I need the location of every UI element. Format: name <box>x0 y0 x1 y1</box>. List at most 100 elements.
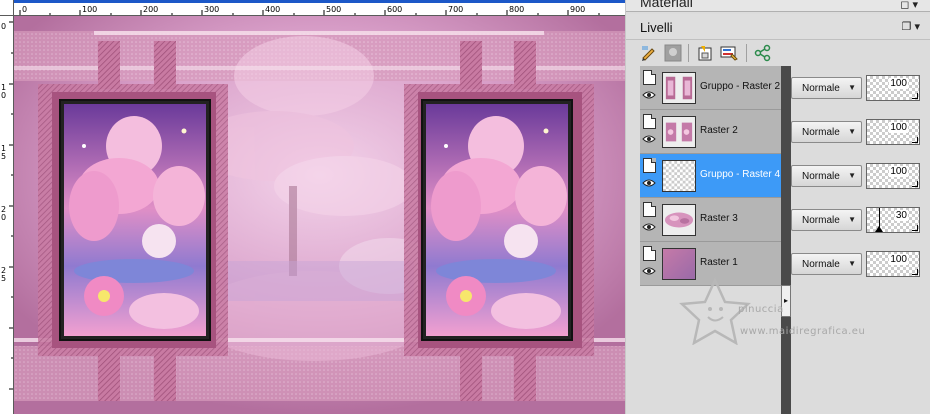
ruler-label-400: 400 <box>265 5 281 14</box>
layer-icons <box>642 202 658 238</box>
layer-thumbnail <box>662 204 696 236</box>
ruler-label-100: 100 <box>82 5 98 14</box>
layer-props-row: Normale ▼ 100 <box>791 110 930 154</box>
toolbar-separator-2 <box>746 44 747 62</box>
opacity-slider[interactable]: 100 <box>866 251 920 277</box>
blend-mode-value: Normale <box>802 127 840 138</box>
blend-mode-value: Normale <box>802 215 840 226</box>
blend-mode-value: Normale <box>802 259 840 270</box>
document-canvas[interactable] <box>14 16 625 414</box>
opacity-slider[interactable]: 100 <box>866 75 920 101</box>
chevron-down-icon: ▼ <box>848 127 856 136</box>
layer-icons <box>642 70 658 106</box>
blend-mode-dropdown[interactable]: Normale ▼ <box>791 253 862 275</box>
layer-name: Gruppo - Raster 2 <box>700 81 781 92</box>
toolbar-separator <box>688 44 689 62</box>
opacity-value: 100 <box>889 166 908 177</box>
layer-icons <box>642 158 658 194</box>
layer-icons <box>642 114 658 150</box>
edit-pencil-icon[interactable] <box>640 44 658 62</box>
livelli-title: Livelli <box>640 20 673 35</box>
layer-doc-icon[interactable] <box>643 246 656 261</box>
eye-icon[interactable] <box>642 134 656 144</box>
chevron-down-icon: ▼ <box>848 215 856 224</box>
layer-row-raster-3[interactable]: Raster 3 <box>640 198 781 242</box>
layer-properties-icon[interactable] <box>720 44 738 62</box>
layer-group-icon[interactable] <box>643 70 656 85</box>
opacity-slider-handle[interactable] <box>875 208 883 232</box>
eye-icon[interactable] <box>642 178 656 188</box>
layer-props-row: Normale ▼ 30 <box>791 198 930 242</box>
layer-props-row: Normale ▼ 100 <box>791 242 930 286</box>
blend-mode-dropdown[interactable]: Normale ▼ <box>791 77 862 99</box>
materiali-panel-header[interactable]: Materiali ◻ ▾ <box>626 0 930 12</box>
ruler-label-500: 500 <box>326 5 342 14</box>
opacity-slider[interactable]: 30 <box>866 207 920 233</box>
layer-row-gruppo-raster-2[interactable]: Gruppo - Raster 2 <box>640 66 781 110</box>
new-layer-icon[interactable] <box>696 44 714 62</box>
layer-thumbnail <box>662 116 696 148</box>
panel-restore-icon[interactable]: ❐ ▾ <box>902 20 920 33</box>
opacity-slider[interactable]: 100 <box>866 119 920 145</box>
ruler-label-800: 800 <box>509 5 525 14</box>
layer-row-gruppo-raster-4[interactable]: Gruppo - Raster 4 <box>640 154 781 198</box>
layer-doc-icon[interactable] <box>643 202 656 217</box>
chevron-down-icon: ▼ <box>848 171 856 180</box>
livelli-panel-header[interactable]: Livelli ❐ ▾ <box>626 14 930 40</box>
ruler-label-200: 200 <box>143 5 159 14</box>
resize-corner-icon <box>912 181 918 187</box>
ruler-label-0: 0 <box>22 5 28 14</box>
eye-icon[interactable] <box>642 266 656 276</box>
vruler-label-2: 1 5 <box>1 144 7 161</box>
ruler-label-700: 700 <box>448 5 464 14</box>
opacity-value: 100 <box>889 78 908 89</box>
layer-name: Gruppo - Raster 4 <box>700 169 781 180</box>
canvas-area: 0 100 200 300 400 500 600 700 800 900 0 … <box>0 0 625 414</box>
opacity-value: 100 <box>889 254 908 265</box>
blend-mode-dropdown[interactable]: Normale ▼ <box>791 209 862 231</box>
layer-name: Raster 3 <box>700 213 738 224</box>
blend-mode-dropdown[interactable]: Normale ▼ <box>791 165 862 187</box>
resize-corner-icon <box>912 225 918 231</box>
blend-mode-value: Normale <box>802 83 840 94</box>
layer-icons <box>642 246 658 282</box>
layer-doc-icon[interactable] <box>643 114 656 129</box>
eye-icon[interactable] <box>642 222 656 232</box>
layers-panel: Materiali ◻ ▾ Livelli ❐ ▾ Gruppo - Raste… <box>626 0 930 414</box>
layer-group-icon[interactable] <box>643 158 656 173</box>
ruler-label-900: 900 <box>570 5 586 14</box>
ruler-label-300: 300 <box>204 5 220 14</box>
vruler-label-1: 1 0 <box>1 83 7 100</box>
vruler-label-0: 0 <box>1 22 7 31</box>
layer-name: Raster 2 <box>700 125 738 136</box>
vruler-label-4: 2 5 <box>1 266 7 283</box>
chevron-down-icon: ▼ <box>848 83 856 92</box>
layers-toolbar <box>636 42 926 64</box>
layer-thumbnail <box>662 160 696 192</box>
layer-thumbnail <box>662 72 696 104</box>
layer-props-row: Normale ▼ 100 <box>791 154 930 198</box>
layer-mask-icon[interactable] <box>664 44 682 62</box>
materiali-title: Materiali <box>640 0 693 10</box>
layer-row-raster-1[interactable]: Raster 1 <box>640 242 781 286</box>
eye-icon[interactable] <box>642 90 656 100</box>
opacity-value: 100 <box>889 122 908 133</box>
watermark-name: pinuccia <box>738 304 784 315</box>
opacity-slider[interactable]: 100 <box>866 163 920 189</box>
ruler-top-ticks <box>19 10 600 15</box>
vruler-label-3: 2 0 <box>1 205 7 222</box>
panel-options-icon[interactable]: ◻ ▾ <box>900 0 918 11</box>
resize-corner-icon <box>912 137 918 143</box>
share-link-icon[interactable] <box>754 44 772 62</box>
ruler-left: 0 1 0 1 5 2 0 2 5 <box>0 16 14 414</box>
layer-thumbnail <box>662 248 696 280</box>
opacity-value: 30 <box>894 210 908 221</box>
watermark-url: www.maidiregrafica.eu <box>740 326 866 337</box>
layers-list: Gruppo - Raster 2 Raster 2 Gruppo - Rast… <box>640 66 781 286</box>
blend-mode-dropdown[interactable]: Normale ▼ <box>791 121 862 143</box>
layer-row-raster-2[interactable]: Raster 2 <box>640 110 781 154</box>
panel-splitter[interactable] <box>781 66 791 414</box>
blend-mode-value: Normale <box>802 171 840 182</box>
ruler-top: 0 100 200 300 400 500 600 700 800 900 <box>14 0 625 16</box>
chevron-down-icon: ▼ <box>848 259 856 268</box>
